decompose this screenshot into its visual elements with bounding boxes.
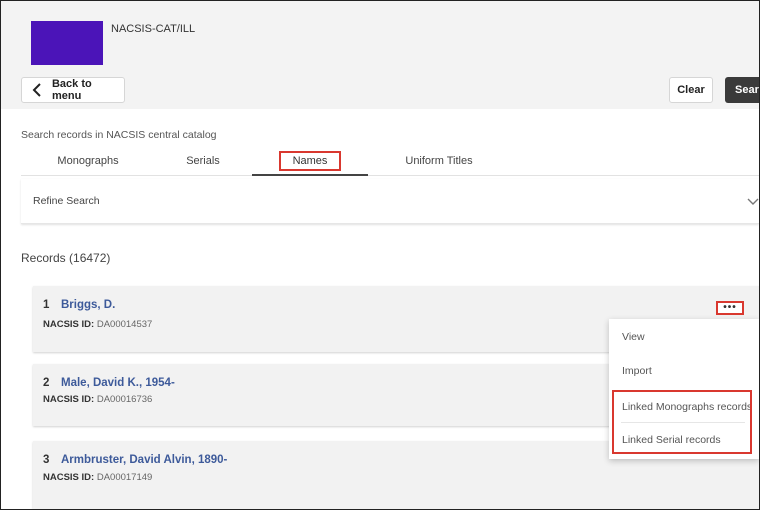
tab-names[interactable]: Names bbox=[252, 147, 368, 176]
tab-monographs[interactable]: Monographs bbox=[21, 147, 155, 175]
app-window: NACSIS-CAT/ILL Back to menu Clear Search… bbox=[0, 0, 760, 510]
tab-uniform-titles[interactable]: Uniform Titles bbox=[369, 147, 509, 175]
back-to-menu-button[interactable]: Back to menu bbox=[21, 77, 125, 103]
record-id: NACSIS ID: DA00014537 bbox=[43, 319, 152, 330]
record-number: 2 bbox=[43, 377, 50, 389]
menu-item-import[interactable]: Import bbox=[609, 365, 759, 381]
menu-item-label: Import bbox=[622, 365, 652, 377]
tab-label: Names bbox=[278, 150, 342, 171]
tab-label: Uniform Titles bbox=[405, 155, 473, 167]
search-caption: Search records in NACSIS central catalog bbox=[21, 129, 217, 141]
record-id: NACSIS ID: DA00016736 bbox=[43, 394, 152, 405]
clear-button[interactable]: Clear bbox=[669, 77, 713, 103]
record-number: 1 bbox=[43, 299, 50, 311]
app-logo bbox=[31, 21, 103, 65]
record-number: 3 bbox=[43, 454, 50, 466]
menu-item-view[interactable]: View bbox=[609, 331, 759, 347]
refine-search-panel[interactable]: Refine Search bbox=[21, 179, 759, 224]
app-header: NACSIS-CAT/ILL bbox=[1, 1, 759, 65]
record-id-value: DA00014537 bbox=[96, 319, 153, 330]
toolbar: Back to menu Clear Search bbox=[1, 65, 759, 109]
chevron-left-icon bbox=[32, 83, 41, 97]
tab-label: Monographs bbox=[57, 155, 119, 167]
refine-search-label: Refine Search bbox=[33, 195, 100, 207]
search-button[interactable]: Search bbox=[725, 77, 759, 103]
menu-item-label: View bbox=[622, 331, 645, 343]
record-title-link[interactable]: Male, David K., 1954- bbox=[61, 377, 175, 389]
record-id: NACSIS ID: DA00017149 bbox=[43, 472, 152, 483]
records-count: Records (16472) bbox=[21, 251, 111, 265]
back-to-menu-label: Back to menu bbox=[51, 78, 92, 102]
row-actions-button[interactable]: ••• bbox=[716, 301, 744, 315]
record-id-value: DA00017149 bbox=[96, 472, 153, 483]
chevron-down-icon[interactable] bbox=[747, 197, 759, 207]
record-title-link[interactable]: Briggs, D. bbox=[61, 299, 115, 311]
app-title: NACSIS-CAT/ILL bbox=[111, 23, 196, 35]
linked-records-highlight bbox=[612, 390, 752, 454]
record-id-label: NACSIS ID: bbox=[43, 472, 95, 483]
record-id-label: NACSIS ID: bbox=[43, 319, 95, 330]
tab-serials[interactable]: Serials bbox=[155, 147, 251, 175]
record-id-label: NACSIS ID: bbox=[43, 394, 95, 405]
record-title-link[interactable]: Armbruster, David Alvin, 1890- bbox=[61, 454, 227, 466]
record-type-tabs: Monographs Serials Names Uniform Titles bbox=[21, 147, 759, 176]
tab-label: Serials bbox=[186, 155, 220, 167]
record-id-value: DA00016736 bbox=[96, 394, 153, 405]
